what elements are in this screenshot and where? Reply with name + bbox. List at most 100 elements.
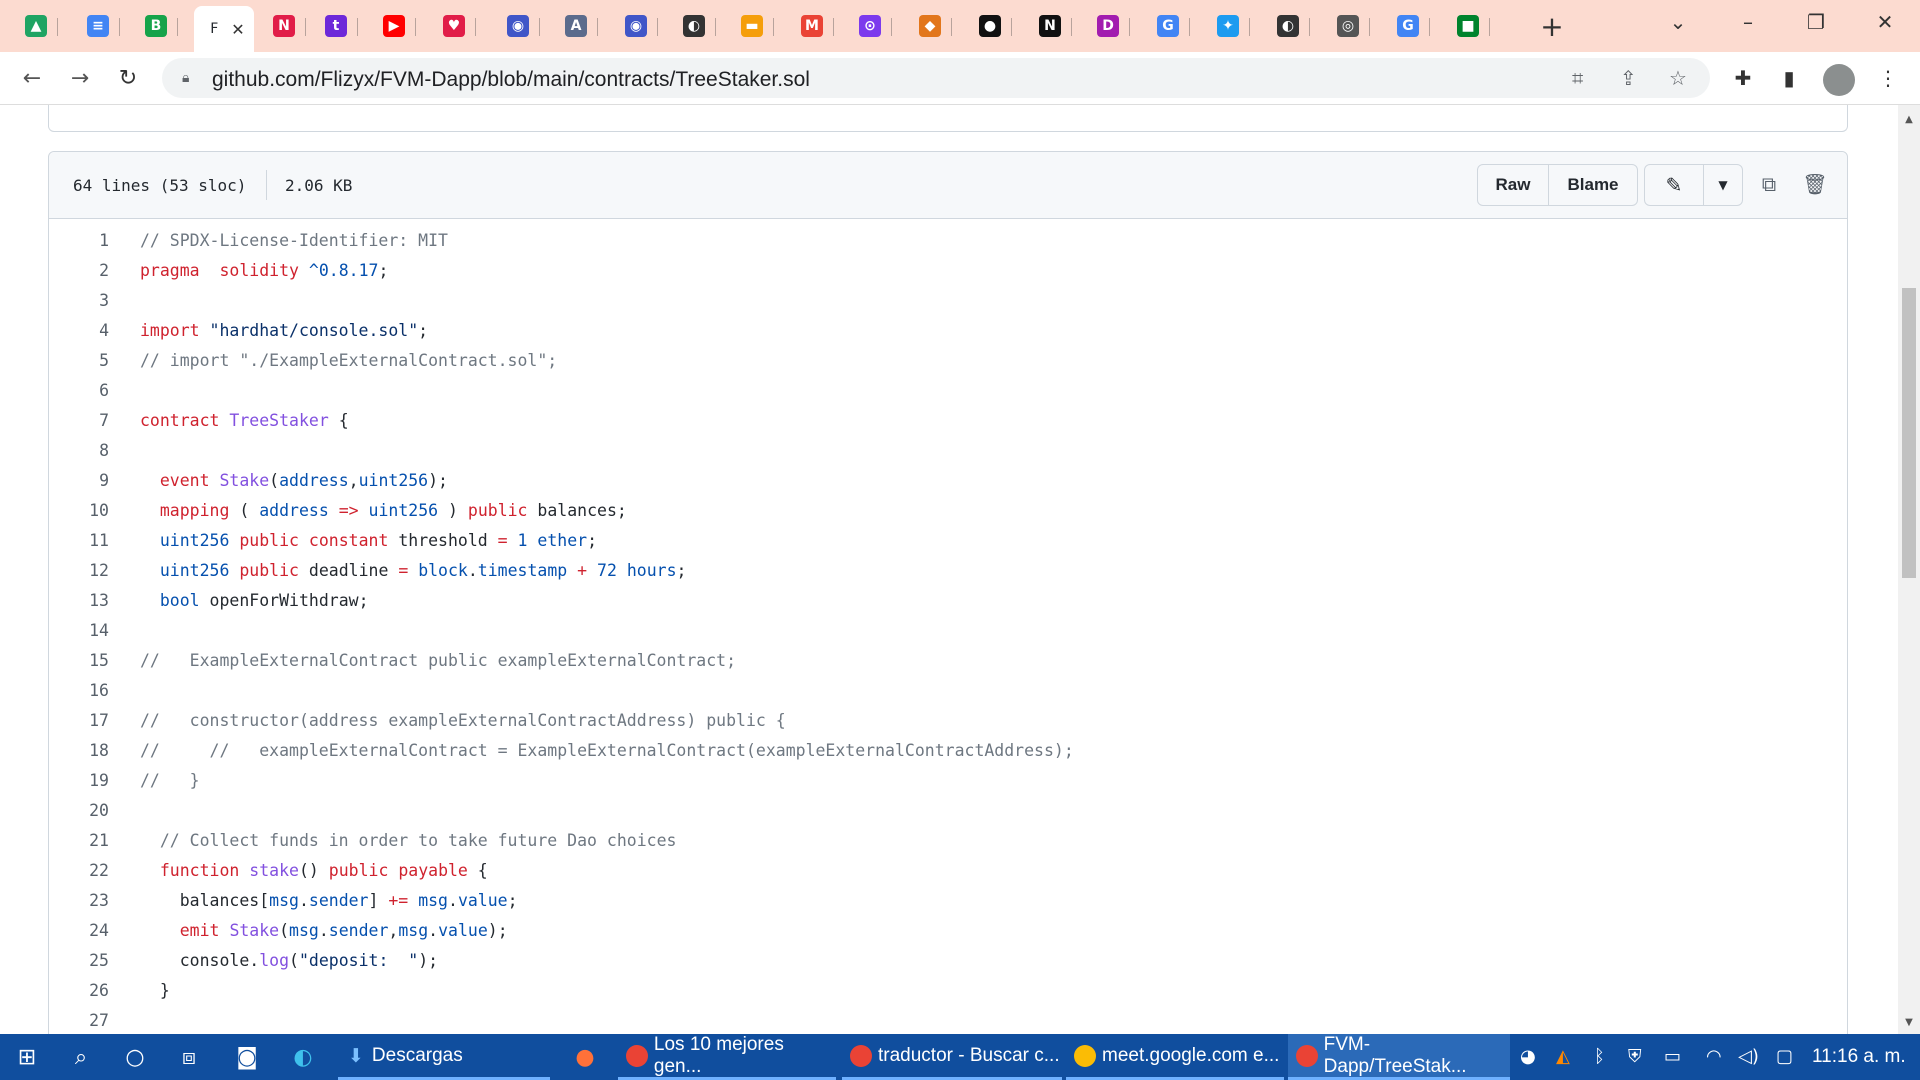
line-number[interactable]: 1 [49,226,109,256]
tab-coin[interactable]: B [134,6,178,46]
tab-google[interactable]: G [1146,6,1190,46]
search-icon[interactable]: ⌕ [66,1042,96,1072]
line-number[interactable]: 10 [49,496,109,526]
camera-icon[interactable]: ◙ [232,1042,262,1072]
profile-avatar[interactable] [1823,64,1855,96]
line-number[interactable]: 7 [49,406,109,436]
extensions-puzzle-icon[interactable]: ✚ [1727,62,1759,94]
delete-trash-icon[interactable]: 🗑︎ [1795,164,1835,204]
line-number[interactable]: 20 [49,796,109,826]
address-bar[interactable]: 🔒︎ github.com/Flizyx/FVM-Dapp/blob/main/… [162,58,1710,98]
tab-meet[interactable]: ■ [1446,6,1490,46]
taskbar-chrome-2[interactable]: traductor - Buscar c... [842,1034,1062,1080]
line-number[interactable]: 8 [49,436,109,466]
line-number[interactable]: 13 [49,586,109,616]
close-tab-icon[interactable]: ✕ [231,20,244,39]
line-number[interactable]: 18 [49,736,109,766]
tab-globe-2[interactable]: ◐ [1266,6,1310,46]
taskbar-descargas[interactable]: ⬇ Descargas [338,1034,550,1080]
line-number[interactable]: 14 [49,616,109,646]
forward-icon[interactable]: → [64,62,96,94]
tab-chrome-red[interactable]: ◉ [496,6,540,46]
minimize-icon[interactable]: – [1718,0,1778,44]
bluetooth-icon[interactable]: ᛒ [1594,1046,1605,1067]
task-view-icon[interactable]: ⧈ [174,1042,204,1072]
line-number[interactable]: 25 [49,946,109,976]
line-number[interactable]: 11 [49,526,109,556]
volume-icon[interactable]: ◁) [1738,1046,1759,1067]
tab-chrome[interactable]: ◎ [1326,6,1370,46]
edit-pencil-icon[interactable]: ✎ [1645,165,1703,205]
taskbar-chrome-1[interactable]: Los 10 mejores gen... [618,1034,836,1080]
reload-icon[interactable]: ↻ [112,62,144,94]
discord-icon[interactable]: ◕ [1520,1046,1536,1067]
tab-d-app[interactable]: D [1086,6,1130,46]
cortana-icon[interactable]: ○ [120,1042,150,1072]
line-number[interactable]: 27 [49,1006,109,1034]
tab-search-icon[interactable]: ⌄ [1648,0,1708,44]
tab-globe[interactable]: ◐ [672,6,716,46]
firefox-icon[interactable]: ● [570,1042,600,1072]
line-number[interactable]: 6 [49,376,109,406]
line-number[interactable]: 2 [49,256,109,286]
tab-compass[interactable]: ⊙ [848,6,892,46]
line-number[interactable]: 5 [49,346,109,376]
code-text: contract TreeStaker { [140,411,349,430]
tab-github-active[interactable]: F ✕ [194,6,254,52]
bookmark-star-icon[interactable]: ☆ [1669,66,1687,90]
scroll-thumb[interactable] [1902,288,1916,578]
raw-button[interactable]: Raw [1478,165,1548,205]
line-number[interactable]: 15 [49,646,109,676]
tab-twitch[interactable]: t [314,6,358,46]
scroll-down-icon[interactable]: ▼ [1898,1014,1920,1032]
close-window-icon[interactable]: ✕ [1855,0,1915,44]
tab-twitter[interactable]: ✦ [1206,6,1250,46]
line-number[interactable]: 24 [49,916,109,946]
tab-google-2[interactable]: G [1386,6,1430,46]
copy-icon[interactable]: ⧉ [1749,164,1789,204]
taskbar-chrome-3[interactable]: meet.google.com e... [1066,1034,1284,1080]
line-number[interactable]: 26 [49,976,109,1006]
tab-github[interactable]: ● [968,6,1012,46]
tab-docs[interactable]: ≡ [76,6,120,46]
notification-icon[interactable]: ▢ [1776,1046,1793,1067]
tab-chrome-red-2[interactable]: ◉ [614,6,658,46]
tab-notion[interactable]: N [1028,6,1072,46]
tab-gmail[interactable]: M [790,6,834,46]
windows-start-icon[interactable]: ⊞ [12,1042,42,1072]
line-number[interactable]: 19 [49,766,109,796]
scroll-up-icon[interactable]: ▲ [1898,111,1920,129]
share-icon[interactable]: ⇪ [1620,66,1637,90]
new-tab-button[interactable]: + [1530,6,1574,46]
translate-icon[interactable]: ⌗ [1572,66,1583,90]
page-scrollbar[interactable]: ▲ ▼ [1898,105,1920,1034]
tab-youtube[interactable]: ▶ [372,6,416,46]
edge-icon[interactable]: ◐ [288,1042,318,1072]
back-icon[interactable]: ← [16,62,48,94]
security-shield-icon[interactable]: ⛨ [1628,1046,1642,1067]
vlc-icon[interactable]: ◭ [1556,1046,1570,1067]
tab-drive[interactable]: ▲ [14,6,58,46]
taskbar-chrome-4[interactable]: FVM-Dapp/TreeStak... [1288,1034,1510,1080]
tab-doc-a[interactable]: A [554,6,598,46]
line-number[interactable]: 4 [49,316,109,346]
line-number[interactable]: 17 [49,706,109,736]
battery-icon[interactable]: ▭ [1664,1046,1681,1067]
tab-rainbow[interactable]: ▬ [730,6,774,46]
tab-metamask[interactable]: ◆ [908,6,952,46]
side-panel-icon[interactable]: ▮ [1773,62,1805,94]
tab-heart[interactable]: ♥ [432,6,476,46]
chevron-down-icon[interactable]: ▼ [1703,165,1742,205]
menu-kebab-icon[interactable]: ⋮ [1872,62,1904,94]
line-number[interactable]: 9 [49,466,109,496]
line-number[interactable]: 21 [49,826,109,856]
line-number[interactable]: 23 [49,886,109,916]
line-number[interactable]: 16 [49,676,109,706]
line-number[interactable]: 3 [49,286,109,316]
line-number[interactable]: 22 [49,856,109,886]
wifi-icon[interactable]: ◠ [1706,1046,1722,1067]
line-number[interactable]: 12 [49,556,109,586]
restore-icon[interactable]: ❐ [1786,0,1846,44]
tab-notion-red[interactable]: N [262,6,306,46]
blame-button[interactable]: Blame [1548,165,1637,205]
